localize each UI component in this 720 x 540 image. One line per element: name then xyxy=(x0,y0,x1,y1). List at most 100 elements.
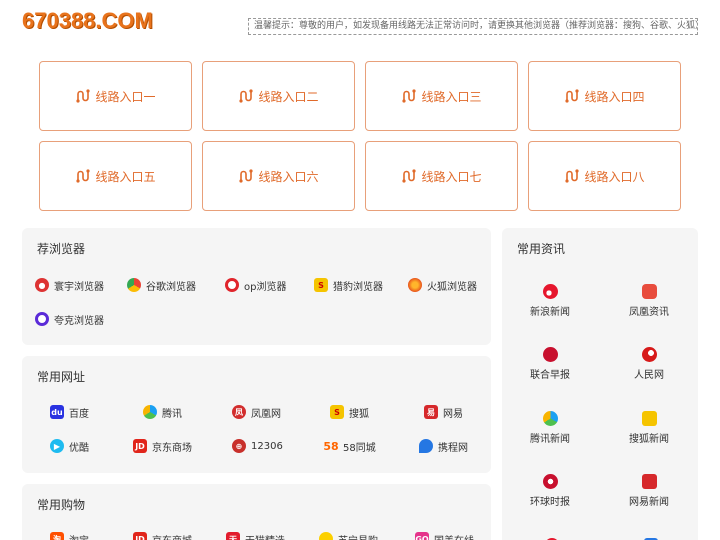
shop-link[interactable]: 天天猫精选 xyxy=(226,531,285,540)
panel-title: 常用网址 xyxy=(37,370,86,384)
site-link[interactable]: S 搜狐 xyxy=(330,404,369,420)
link-label: 腾讯新闻 xyxy=(530,434,570,445)
site-link[interactable]: ⊕ 12306 xyxy=(232,438,283,454)
netease-icon: 易 xyxy=(424,405,438,419)
tencent-news-icon xyxy=(542,411,558,426)
link-label: 谷歌浏览器 xyxy=(146,281,196,293)
route-icon xyxy=(76,89,91,103)
route-button-5[interactable]: 线路入口五 xyxy=(39,141,192,211)
route-label: 线路入口八 xyxy=(584,169,645,184)
link-label: 优酷 xyxy=(69,442,89,454)
news-link[interactable]: 凤凰资讯 xyxy=(609,284,689,318)
news-link[interactable]: 环球时报 xyxy=(510,474,590,508)
zaobao-icon xyxy=(542,347,558,362)
link-label: 12306 xyxy=(251,440,283,452)
railway-icon: ⊕ xyxy=(232,439,246,453)
tmall-icon: 天 xyxy=(226,532,240,540)
news-link[interactable]: 搜狐新闻 xyxy=(609,411,689,445)
link-label: 携程网 xyxy=(438,442,468,454)
sohu-icon: S xyxy=(330,405,344,419)
opera-browser-icon xyxy=(225,278,239,292)
site-link[interactable]: du 百度 xyxy=(50,404,89,420)
browser-link[interactable]: 火狐浏览器 xyxy=(408,277,477,293)
route-button-8[interactable]: 线路入口八 xyxy=(528,141,681,211)
link-label: 网易新闻 xyxy=(629,497,669,508)
panel-title: 常用购物 xyxy=(37,498,86,512)
route-icon xyxy=(76,169,91,183)
route-label: 线路入口七 xyxy=(421,169,482,184)
news-link[interactable]: 联合早报 xyxy=(510,347,590,381)
huanqiu-icon xyxy=(542,474,558,489)
ifeng-news-icon xyxy=(641,284,657,299)
route-icon xyxy=(402,89,417,103)
gome-icon: GO xyxy=(415,532,429,540)
route-button-7[interactable]: 线路入口七 xyxy=(365,141,518,211)
route-label: 线路入口一 xyxy=(95,89,156,104)
link-label: 苏宁易购 xyxy=(338,532,378,540)
link-label: 凤凰网 xyxy=(251,408,281,420)
firefox-browser-icon xyxy=(408,278,422,292)
ctrip-icon xyxy=(419,439,433,453)
taobao-icon: 淘 xyxy=(50,532,64,540)
route-icon xyxy=(402,169,417,183)
tencent-icon xyxy=(143,405,157,419)
shop-link[interactable]: 苏宁易购 xyxy=(319,531,378,540)
link-label: 腾讯 xyxy=(162,408,182,420)
news-link[interactable]: 新浪新闻 xyxy=(510,284,590,318)
people-icon xyxy=(641,347,657,362)
route-grid: 线路入口一 线路入口二 线路入口三 线路入口四 线路入口五 线路入口六 线路入口… xyxy=(39,61,681,211)
baidu-icon: du xyxy=(50,405,64,419)
youku-icon: ▶ xyxy=(50,439,64,453)
news-link[interactable]: 网易新闻 xyxy=(609,474,689,508)
browser-link[interactable]: 夸克浏览器 xyxy=(35,311,104,327)
route-button-6[interactable]: 线路入口六 xyxy=(202,141,355,211)
site-link[interactable]: ▶ 优酷 xyxy=(50,438,89,454)
route-icon xyxy=(565,89,580,103)
link-label: 猎豹浏览器 xyxy=(333,281,383,293)
link-label: 搜狐新闻 xyxy=(629,434,669,445)
link-label: 百度 xyxy=(69,408,89,420)
browser-link[interactable]: S 猎豹浏览器 xyxy=(314,277,383,293)
sohu-news-icon xyxy=(641,411,657,426)
shop-link[interactable]: 淘淘宝 xyxy=(50,531,89,540)
sites-panel: 常用网址 du 百度 腾讯 凤凤凰网 S 搜狐 易网易 ▶ 优酷 JD 京东商场 ⊕ 12… xyxy=(22,356,491,473)
route-icon xyxy=(565,169,580,183)
browser-link[interactable]: op浏览器 xyxy=(225,277,286,293)
shop-link[interactable]: GO 国美在线 xyxy=(415,531,474,540)
link-label: 火狐浏览器 xyxy=(427,281,477,293)
route-button-2[interactable]: 线路入口二 xyxy=(202,61,355,131)
browser-link[interactable]: 谷歌浏览器 xyxy=(127,277,196,293)
news-link[interactable]: 腾讯新闻 xyxy=(510,411,590,445)
panel-title: 荐浏览器 xyxy=(37,242,86,256)
quark-browser-icon xyxy=(35,312,49,326)
route-button-4[interactable]: 线路入口四 xyxy=(528,61,681,131)
notice-banner: 温馨提示：尊敬的用户，如发现备用线路无法正常访问时，请更换其他浏览器（推荐浏览器… xyxy=(248,18,698,35)
browser-link[interactable]: ● 寰宇浏览器 xyxy=(35,277,104,293)
sina-icon xyxy=(542,284,558,299)
route-button-1[interactable]: 线路入口一 xyxy=(39,61,192,131)
route-label: 线路入口六 xyxy=(258,169,319,184)
58-icon: 58 xyxy=(323,439,339,453)
site-link[interactable]: 凤凤凰网 xyxy=(232,404,281,420)
link-label: 网易 xyxy=(443,408,463,420)
link-label: 天猫精选 xyxy=(245,532,285,540)
site-link[interactable]: 携程网 xyxy=(419,438,468,454)
panel-title: 常用资讯 xyxy=(517,242,566,256)
suning-icon xyxy=(319,532,333,540)
site-link[interactable]: JD 京东商场 xyxy=(133,438,192,454)
route-label: 线路入口二 xyxy=(258,89,319,104)
shopping-panel: 常用购物 淘淘宝 JD 京东商城 天天猫精选 苏宁易购 GO 国美在线 xyxy=(22,484,491,540)
shop-link[interactable]: JD 京东商城 xyxy=(133,531,192,540)
link-label: 58同城 xyxy=(343,442,376,454)
site-link[interactable]: 易网易 xyxy=(424,404,463,420)
link-label: 环球时报 xyxy=(530,497,570,508)
link-label: 寰宇浏览器 xyxy=(54,281,104,293)
site-logo[interactable]: 670388.COM xyxy=(22,8,153,34)
jd-mall-icon: JD xyxy=(133,532,147,540)
route-label: 线路入口五 xyxy=(95,169,156,184)
news-link[interactable]: 人民网 xyxy=(609,347,689,381)
link-label: op浏览器 xyxy=(244,281,287,293)
site-link[interactable]: 腾讯 xyxy=(143,404,182,420)
site-link[interactable]: 58 58同城 xyxy=(323,438,376,454)
route-button-3[interactable]: 线路入口三 xyxy=(365,61,518,131)
